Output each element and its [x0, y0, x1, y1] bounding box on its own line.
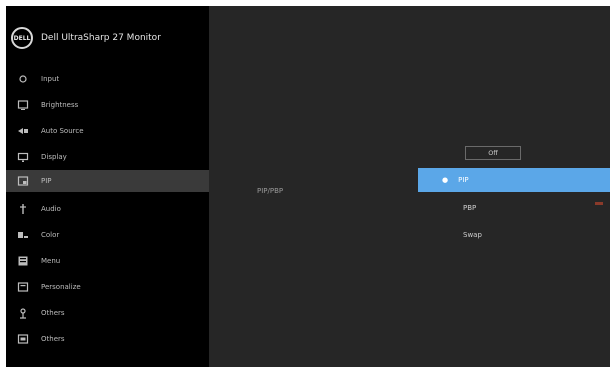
sidebar-item-label: Auto Source [41, 127, 84, 135]
sidebar-item-display[interactable]: Display [6, 146, 209, 168]
sidebar-item-label: PIP [41, 177, 52, 185]
sidebar-item-label: Personalize [41, 283, 81, 291]
option-1[interactable]: PBP [463, 204, 476, 212]
osd-header: DELL Dell UltraSharp 27 Monitor [11, 26, 206, 50]
others-icon [17, 333, 29, 345]
color-icon [17, 229, 29, 241]
auto-source-icon [17, 125, 29, 137]
sidebar-item-label: Menu [41, 257, 61, 265]
sidebar-item-menu[interactable]: Menu [6, 250, 209, 272]
sidebar: DELL Dell UltraSharp 27 Monitor Input Br… [6, 6, 209, 367]
option-2[interactable]: Swap [463, 231, 482, 239]
others-icon [17, 307, 29, 319]
sidebar-item-input[interactable]: Input [6, 68, 209, 90]
monitor-osd: DELL Dell UltraSharp 27 Monitor Input Br… [6, 6, 610, 367]
option-selected-label: PIP [458, 176, 469, 184]
dell-logo-icon: DELL [11, 27, 33, 49]
sidebar-item-label: Input [41, 75, 60, 83]
selected-dot-icon: ● [442, 176, 449, 184]
option-selected[interactable]: ● PIP [418, 168, 610, 192]
sidebar-item-audio[interactable]: Audio [6, 198, 209, 220]
sidebar-item-auto-source[interactable]: Auto Source [6, 120, 209, 142]
menu-icon [17, 255, 29, 267]
audio-icon [17, 203, 29, 215]
main-panel: PIP/PBP Off ● PIP PBP Swap [209, 6, 610, 367]
option-top-box[interactable]: Off [465, 146, 521, 160]
sidebar-item-others-2[interactable]: Others [6, 328, 209, 350]
sidebar-item-label: Others [41, 309, 65, 317]
submenu-label: PIP/PBP [257, 187, 284, 195]
pip-icon [17, 175, 29, 187]
sidebar-item-label: Others [41, 335, 65, 343]
display-icon [17, 151, 29, 163]
brightness-contrast-icon [17, 99, 29, 111]
status-marker [595, 202, 603, 205]
sidebar-item-label: Audio [41, 205, 61, 213]
brightness-icon [17, 73, 29, 85]
sidebar-item-label: Display [41, 153, 67, 161]
sidebar-item-others[interactable]: Others [6, 302, 209, 324]
sidebar-item-personalize[interactable]: Personalize [6, 276, 209, 298]
sidebar-item-label: Brightness [41, 101, 79, 109]
sidebar-item-color[interactable]: Color [6, 224, 209, 246]
monitor-title: Dell UltraSharp 27 Monitor [41, 33, 161, 43]
sidebar-item-label: Color [41, 231, 60, 239]
sidebar-item-pip[interactable]: PIP [6, 170, 209, 192]
personalize-icon [17, 281, 29, 293]
sidebar-item-brightness[interactable]: Brightness [6, 94, 209, 116]
